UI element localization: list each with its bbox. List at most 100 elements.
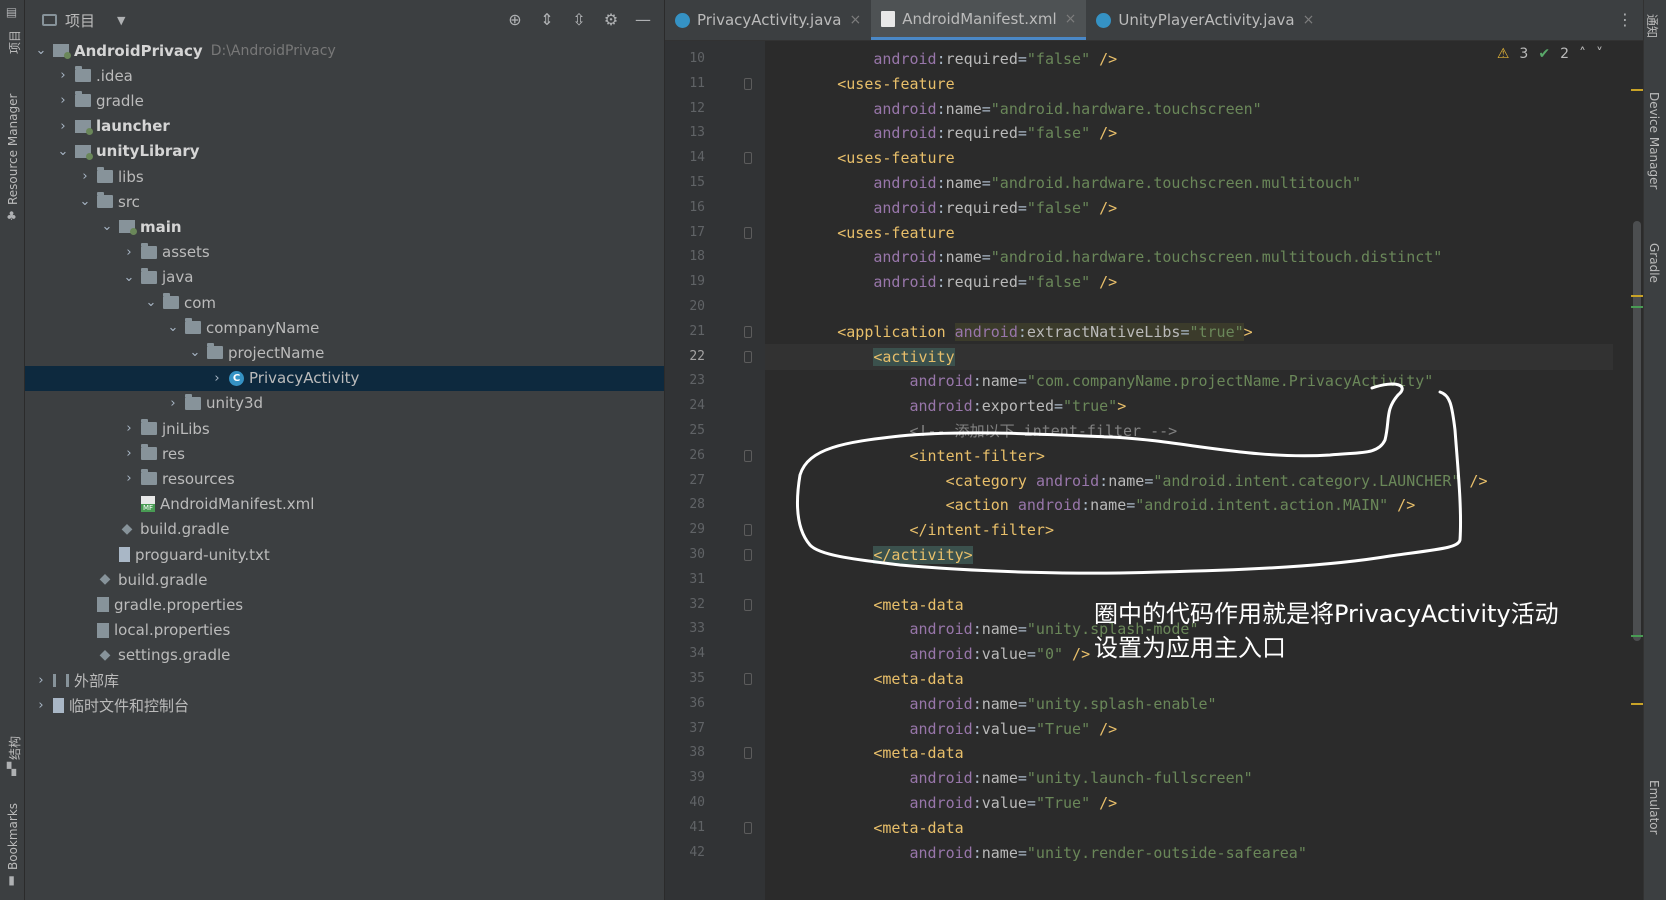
line-number[interactable]: 21 — [665, 319, 705, 345]
line-number[interactable]: 41 — [665, 815, 705, 841]
line-number[interactable]: 28 — [665, 492, 705, 518]
fold-marker-icon[interactable] — [744, 821, 752, 834]
tool-label-notifications[interactable]: 通知 — [1644, 14, 1661, 38]
tree-item[interactable]: › resources — [25, 466, 664, 491]
fold-marker-icon[interactable] — [744, 350, 752, 363]
tool-label-project[interactable]: 项目 — [6, 30, 23, 54]
tree-item[interactable]: ⌄ AndroidPrivacy D:\AndroidPrivacy — [25, 38, 664, 63]
tree-item[interactable]: ⌄ com — [25, 290, 664, 315]
close-icon[interactable]: × — [1065, 11, 1077, 27]
line-number[interactable]: 39 — [665, 765, 705, 791]
chevron-down-icon[interactable]: ⌄ — [33, 43, 49, 58]
chevron-right-icon[interactable]: › — [77, 169, 93, 184]
tree-item[interactable]: › libs — [25, 164, 664, 189]
editor-tab[interactable]: AndroidManifest.xml × — [871, 0, 1087, 40]
code-area[interactable]: android:required="false" /> <uses-featur… — [765, 41, 1613, 900]
chevron-right-icon[interactable]: › — [121, 471, 137, 486]
close-icon[interactable]: × — [849, 12, 861, 28]
fold-marker-icon[interactable] — [744, 449, 752, 462]
tree-item[interactable]: › unity3d — [25, 391, 664, 416]
line-number[interactable]: 15 — [665, 170, 705, 196]
tree-item[interactable]: ⌄ src — [25, 189, 664, 214]
code-line[interactable]: </activity> — [765, 542, 1613, 568]
code-line[interactable]: android:name="unity.launch-fullscreen" — [765, 765, 1613, 791]
line-number[interactable]: 11 — [665, 71, 705, 97]
code-line[interactable]: <meta-data — [765, 666, 1613, 692]
tree-item[interactable]: › assets — [25, 240, 664, 265]
line-number[interactable]: 31 — [665, 567, 705, 593]
fold-marker-icon[interactable] — [744, 747, 752, 760]
tree-item[interactable]: › launcher — [25, 114, 664, 139]
code-line[interactable]: android:required="false" /> — [765, 46, 1613, 72]
code-line[interactable]: android:name="unity.render-outside-safea… — [765, 840, 1613, 866]
chevron-down-icon[interactable]: ⌄ — [165, 320, 181, 335]
tree-item[interactable]: › 临时文件和控制台 — [25, 693, 664, 718]
code-line[interactable]: android:name="android.hardware.touchscre… — [765, 244, 1613, 270]
code-line[interactable]: android:name="android.hardware.touchscre… — [765, 170, 1613, 196]
tool-label-structure[interactable]: 结构 — [6, 736, 23, 760]
code-line[interactable]: <intent-filter> — [765, 443, 1613, 469]
tree-item[interactable]: ⌄ main — [25, 214, 664, 239]
chevron-down-icon[interactable]: ⌄ — [77, 194, 93, 209]
tree-item[interactable]: ⌄ projectName — [25, 340, 664, 365]
code-line[interactable]: <uses-feature — [765, 220, 1613, 246]
chevron-right-icon[interactable]: › — [165, 396, 181, 411]
hide-panel-icon[interactable]: — — [634, 10, 652, 29]
chevron-down-icon[interactable]: ⌄ — [143, 295, 159, 310]
tool-label-resource-manager[interactable]: Resource Manager — [6, 94, 20, 205]
code-line[interactable]: android:name="android.hardware.touchscre… — [765, 96, 1613, 122]
gear-icon[interactable]: ⚙ — [602, 10, 620, 29]
line-number[interactable]: 16 — [665, 195, 705, 221]
code-line[interactable]: <application android:extractNativeLibs="… — [765, 319, 1613, 345]
editor-tab[interactable]: UnityPlayerActivity.java × — [1086, 0, 1324, 40]
warning-marker[interactable] — [1631, 89, 1643, 91]
code-line[interactable]: android:exported="true"> — [765, 393, 1613, 419]
chevron-right-icon[interactable]: › — [121, 446, 137, 461]
line-number[interactable]: 40 — [665, 790, 705, 816]
line-number[interactable]: 33 — [665, 616, 705, 642]
line-number[interactable]: 26 — [665, 443, 705, 469]
tree-item[interactable]: ›local.properties — [25, 618, 664, 643]
tool-label-bookmarks[interactable]: Bookmarks — [6, 803, 20, 870]
fold-marker-icon[interactable] — [744, 226, 752, 239]
chevron-down-icon[interactable]: ˅ — [1596, 46, 1603, 62]
line-number[interactable]: 19 — [665, 269, 705, 295]
fold-marker-icon[interactable] — [744, 673, 752, 685]
tree-item[interactable]: ›◆build.gradle — [25, 517, 664, 542]
tree-item[interactable]: › gradle — [25, 88, 664, 113]
editor-tab[interactable]: PrivacyActivity.java × — [665, 0, 871, 40]
locate-file-icon[interactable]: ⊕ — [506, 10, 524, 29]
line-number[interactable]: 27 — [665, 468, 705, 494]
code-line[interactable]: <activity — [765, 343, 1613, 370]
line-number[interactable]: 22 — [665, 344, 705, 370]
code-line[interactable]: android:required="false" /> — [765, 120, 1613, 146]
code-line[interactable]: <action android:name="android.intent.act… — [765, 492, 1613, 518]
tree-item[interactable]: ⌄ companyName — [25, 315, 664, 340]
line-number[interactable]: 37 — [665, 716, 705, 742]
line-number[interactable]: 34 — [665, 641, 705, 667]
line-number[interactable]: 29 — [665, 517, 705, 543]
code-line[interactable]: android:required="false" /> — [765, 195, 1613, 221]
fold-marker-icon[interactable] — [744, 325, 752, 338]
project-tool-icon[interactable]: ▤ — [5, 6, 18, 19]
tree-item[interactable]: ›proguard-unity.txt — [25, 542, 664, 567]
resource-manager-icon[interactable]: ♣ — [5, 210, 18, 223]
fold-marker-icon[interactable] — [744, 524, 752, 537]
chevron-down-icon[interactable]: ⌄ — [187, 345, 203, 360]
chevron-right-icon[interactable]: › — [55, 119, 71, 134]
tree-item[interactable]: ›◆build.gradle — [25, 567, 664, 592]
chevron-right-icon[interactable]: › — [55, 68, 71, 83]
fold-marker-icon[interactable] — [744, 152, 752, 165]
code-line[interactable] — [765, 294, 1613, 320]
line-number[interactable]: 42 — [665, 840, 705, 866]
tool-label-gradle[interactable]: Gradle — [1647, 243, 1661, 283]
structure-icon[interactable]: ▚ — [5, 763, 18, 776]
code-line[interactable]: <!-- 添加以下 intent-filter --> — [765, 418, 1613, 444]
fold-marker-icon[interactable] — [744, 598, 752, 611]
project-panel-title[interactable]: 项目 — [65, 10, 95, 31]
scrollbar-thumb[interactable] — [1633, 221, 1641, 641]
chevron-right-icon[interactable]: › — [121, 245, 137, 260]
line-number[interactable]: 13 — [665, 120, 705, 146]
warning-marker[interactable] — [1631, 703, 1643, 705]
code-line[interactable]: <uses-feature — [765, 71, 1613, 97]
